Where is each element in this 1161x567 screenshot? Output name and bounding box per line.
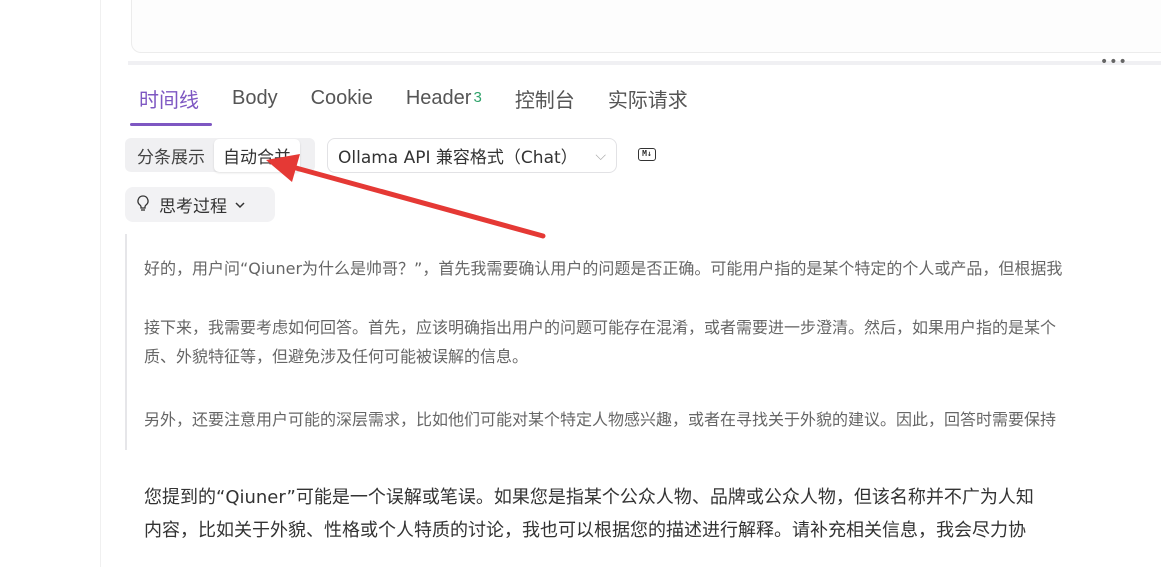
thinking-paragraph: 质、外貌特征等，但避免涉及任何可能被误解的信息。 bbox=[144, 347, 529, 366]
more-options-icon[interactable]: ••• bbox=[1100, 54, 1128, 70]
thinking-process-toggle[interactable]: 思考过程 bbox=[125, 187, 275, 222]
response-tabs: 时间线 Body Cookie Header 3 控制台 实际请求 bbox=[130, 70, 721, 126]
panel-resize-divider[interactable] bbox=[128, 61, 1161, 65]
display-mode-toggle: 分条展示 自动合并 bbox=[125, 138, 315, 172]
tab-label: Cookie bbox=[310, 86, 373, 109]
format-select-value: Ollama API 兼容格式（Chat） bbox=[338, 148, 578, 168]
tab-label: 时间线 bbox=[139, 89, 199, 112]
tab-actual-request[interactable]: 实际请求 bbox=[608, 70, 688, 126]
tab-label: 实际请求 bbox=[607, 89, 688, 112]
request-panel bbox=[131, 0, 1161, 53]
tab-cookie[interactable]: Cookie bbox=[311, 70, 373, 126]
tab-console[interactable]: 控制台 bbox=[515, 70, 575, 126]
markdown-icon[interactable]: M↓ bbox=[638, 148, 656, 161]
tab-label: Body bbox=[232, 86, 278, 109]
split-display-option[interactable]: 分条展示 bbox=[128, 139, 214, 172]
format-select[interactable]: Ollama API 兼容格式（Chat） ⌵ bbox=[327, 138, 617, 173]
auto-merge-option[interactable]: 自动合并 bbox=[214, 138, 300, 172]
answer-line: 您提到的“Qiuner”可能是一个误解或笔误。如果您是指某个公众人物、品牌或公众… bbox=[144, 487, 1034, 508]
left-gutter bbox=[0, 0, 101, 567]
tab-timeline[interactable]: 时间线 bbox=[130, 70, 212, 126]
tab-header[interactable]: Header 3 bbox=[406, 70, 482, 126]
tab-body[interactable]: Body bbox=[232, 70, 278, 126]
thinking-label: 思考过程 bbox=[159, 197, 227, 217]
chevron-down-icon: ⌵ bbox=[595, 147, 606, 164]
header-count-badge: 3 bbox=[473, 88, 482, 106]
thinking-paragraph: 另外，还要注意用户可能的深层需求，比如他们可能对某个特定人物感兴趣，或者在寻找关… bbox=[144, 410, 1057, 429]
lightbulb-icon bbox=[137, 194, 149, 215]
thinking-paragraph: 接下来，我需要考虑如何回答。首先，应该明确指出用户的问题可能存在混淆，或者需要进… bbox=[144, 318, 1057, 337]
tab-label: Header bbox=[405, 86, 472, 109]
thinking-paragraph: 好的，用户问“Qiuner为什么是帅哥？”，首先我需要确认用户的问题是否正确。可… bbox=[144, 259, 1063, 278]
chevron-down-icon bbox=[235, 198, 245, 212]
answer-line: 内容，比如关于外貌、性格或个人特质的讨论，我也可以根据您的描述进行解释。请补充相… bbox=[144, 520, 1026, 541]
tab-label: 控制台 bbox=[514, 89, 575, 112]
